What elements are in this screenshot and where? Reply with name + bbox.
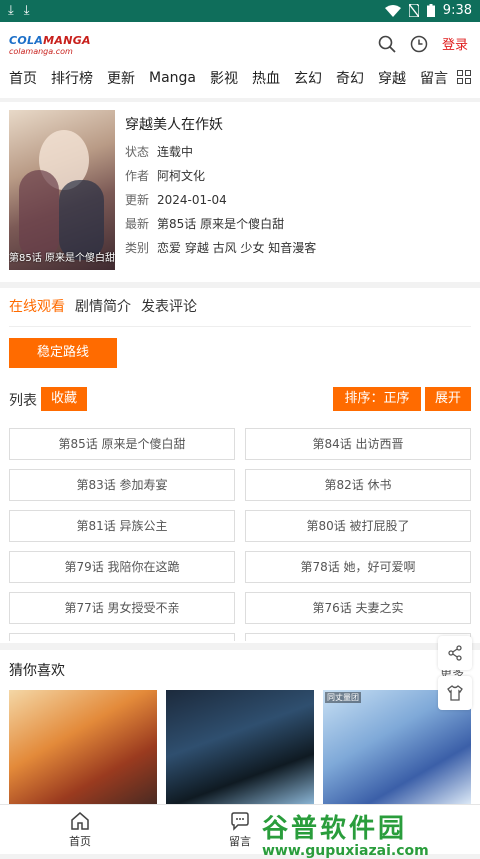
nav-item-home[interactable]: 首页: [9, 68, 37, 88]
chapter-item[interactable]: 第85话 原来是个傻白甜: [9, 428, 235, 460]
status-label: 状态: [125, 145, 150, 159]
chapter-item[interactable]: 第81话 异族公主: [9, 510, 235, 542]
thumbnail-tag: 同丈量团: [325, 692, 361, 703]
chapter-item[interactable]: 第83话 参加寿宴: [9, 469, 235, 501]
nav-item-manga[interactable]: Manga: [149, 70, 196, 86]
nav-item-hotblood[interactable]: 热血: [252, 68, 280, 88]
nav-item-xuanhuan[interactable]: 玄幻: [294, 68, 322, 88]
logo-text-manga: MANGA: [43, 34, 91, 47]
watermark-url: www.gupuxiazai.com: [262, 843, 429, 859]
logo-text-cola: COLA: [9, 34, 44, 47]
watermark: 谷普软件园 www.gupuxiazai.com: [262, 808, 476, 859]
stable-route-button[interactable]: 稳定路线: [9, 338, 117, 368]
chapter-item[interactable]: 第79话 我陪你在这跪: [9, 551, 235, 583]
author-value[interactable]: 阿柯文化: [157, 164, 205, 188]
bottom-tab-message[interactable]: 留言: [210, 811, 270, 849]
battery-icon: [426, 4, 435, 17]
nav-item-ranking[interactable]: 排行榜: [51, 68, 93, 88]
chapter-section: 在线观看 剧情简介 发表评论 稳定路线 列表 收藏 排序：正序 展开 第85话 …: [0, 288, 480, 643]
sim-off-icon: [408, 4, 419, 17]
divider: [9, 326, 471, 327]
wifi-icon: [384, 4, 401, 17]
logo-domain: colamanga.com: [9, 47, 73, 56]
list-label: 列表: [9, 393, 37, 409]
theme-button[interactable]: [438, 676, 472, 710]
share-button[interactable]: [438, 636, 472, 670]
expand-button[interactable]: 展开: [425, 387, 471, 411]
recommend-thumbnail[interactable]: [9, 690, 157, 804]
home-icon: [71, 812, 89, 830]
download-icon: ⤓: [8, 3, 14, 18]
cover-caption: 第85话 原来是个傻白甜: [9, 253, 115, 264]
search-icon[interactable]: [378, 35, 396, 53]
update-value: 2024-01-04: [157, 193, 227, 207]
chapter-item[interactable]: 第82话 休书: [245, 469, 471, 501]
download-icon: ⤓: [23, 3, 30, 18]
nav-item-timetravel[interactable]: 穿越: [378, 68, 406, 88]
book-cover[interactable]: 第85话 原来是个傻白甜: [9, 110, 115, 270]
latest-chapter-link[interactable]: 第85话 原来是个傻白甜: [157, 212, 284, 236]
category-nav: 首页 排行榜 更新 Manga 影视 热血 玄幻 奇幻 穿越 留言: [0, 64, 480, 92]
recommend-title: 猜你喜欢: [9, 663, 65, 679]
favorite-button[interactable]: 收藏: [41, 387, 87, 411]
bottom-tab-home-label: 首页: [69, 835, 91, 848]
update-label: 更新: [125, 193, 150, 207]
author-label: 作者: [125, 169, 150, 183]
sort-button[interactable]: 排序：正序: [333, 387, 421, 411]
clock: 9:38: [442, 3, 472, 18]
chapter-item[interactable]: 第78话 她，好可爱啊: [245, 551, 471, 583]
history-clock-icon[interactable]: [410, 35, 428, 53]
bottom-tab-message-label: 留言: [229, 835, 251, 848]
chapter-item[interactable]: 第80话 被打屁股了: [245, 510, 471, 542]
grid-menu-icon[interactable]: [457, 70, 471, 84]
nav-item-update[interactable]: 更新: [107, 68, 135, 88]
status-value: 连载中: [157, 145, 194, 159]
chapter-item[interactable]: 第76话 夫妻之实: [245, 592, 471, 624]
tab-online-read[interactable]: 在线观看: [9, 296, 65, 316]
share-icon: [448, 645, 462, 661]
book-info-card: 第85话 原来是个傻白甜 穿越美人在作妖 状态 连载中 作者 阿柯文化 更新 2024…: [0, 102, 480, 282]
category-label: 类别: [125, 241, 150, 255]
nav-item-fantasy[interactable]: 奇幻: [336, 68, 364, 88]
book-title: 穿越美人在作妖: [125, 117, 223, 133]
nav-item-message[interactable]: 留言: [420, 68, 448, 88]
status-bar: ⤓ ⤓ 9:38: [0, 0, 480, 22]
tab-synopsis[interactable]: 剧情简介: [75, 296, 131, 316]
chapter-item[interactable]: 第77话 男女授受不亲: [9, 592, 235, 624]
logo[interactable]: COLAMANGA colamanga.com: [9, 34, 91, 58]
header: COLAMANGA colamanga.com 登录 首页 排行榜 更新 Man…: [0, 22, 480, 98]
recommend-section: 猜你喜欢 同丈量团: [0, 650, 480, 804]
watermark-title: 谷普软件园: [262, 814, 408, 844]
bottom-tab-home[interactable]: 首页: [50, 811, 110, 849]
login-link[interactable]: 登录: [442, 34, 468, 53]
chat-bubble-icon: [231, 812, 249, 831]
chapter-item-partial[interactable]: [9, 633, 235, 641]
shirt-icon: [447, 685, 463, 701]
tab-comment[interactable]: 发表评论: [141, 296, 197, 316]
latest-label: 最新: [125, 217, 150, 231]
nav-item-video[interactable]: 影视: [210, 68, 238, 88]
chapter-item[interactable]: 第84话 出访西晋: [245, 428, 471, 460]
recommend-thumbnail[interactable]: [166, 690, 314, 804]
category-value: 恋爱 穿越 古风 少女 知音漫客: [157, 241, 317, 255]
